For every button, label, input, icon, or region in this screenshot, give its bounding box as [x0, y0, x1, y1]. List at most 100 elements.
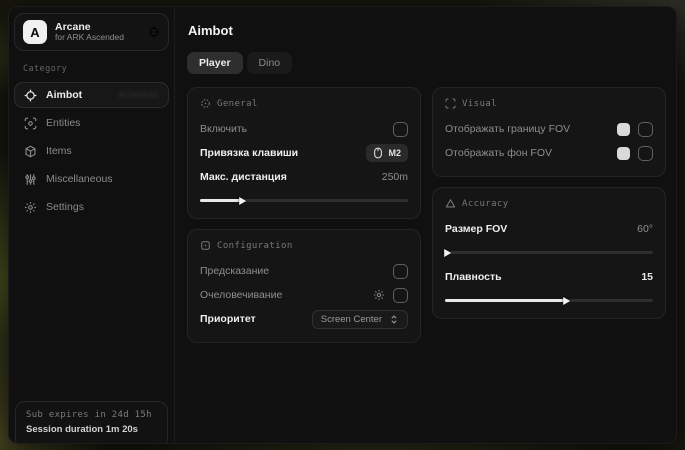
enable-row: Включить [200, 118, 408, 140]
slider-track [445, 299, 653, 302]
mouse-icon [373, 147, 383, 159]
max-distance-row: Макс. дистанция 250m [200, 166, 408, 188]
left-column: General Включить Привязка клавиши [187, 87, 421, 343]
gear-icon[interactable] [373, 289, 385, 301]
sidebar-item-items[interactable]: Items [14, 138, 169, 164]
tab-dino[interactable]: Dino [247, 52, 293, 74]
sidebar-item-entities[interactable]: Entities [14, 110, 169, 136]
smoothness-slider[interactable] [445, 295, 653, 306]
max-distance-label: Макс. дистанция [200, 171, 287, 183]
humanize-label: Очеловечивание [200, 289, 282, 301]
motion-blur-artifact: Aimbot [119, 90, 159, 101]
gear-icon [24, 201, 37, 214]
visual-card-header: Visual [445, 98, 653, 109]
sub-expires-text: Sub expires in 24d 15h [26, 410, 157, 420]
fov-size-value: 60° [637, 223, 653, 235]
tab-player[interactable]: Player [187, 52, 243, 74]
sidebar-item-settings[interactable]: Settings [14, 194, 169, 220]
main-content: Aimbot Player Dino [175, 7, 676, 443]
cheat-menu-window: A Arcane for ARK Ascended Category [8, 6, 677, 444]
sidebar-item-label: Items [46, 145, 72, 157]
prediction-row: Предсказание [200, 260, 408, 282]
scan-icon [24, 117, 37, 130]
target-icon[interactable] [148, 26, 160, 38]
brand-logo: A [23, 20, 47, 44]
slider-thumb[interactable] [239, 197, 246, 205]
chevron-up-down-icon [389, 314, 399, 325]
humanize-controls [373, 288, 408, 303]
brand-card: A Arcane for ARK Ascended [14, 13, 169, 51]
module-icon [200, 240, 211, 251]
sidebar-item-label: Settings [46, 201, 84, 213]
fov-bg-checkbox[interactable] [638, 146, 653, 161]
fov-border-controls [617, 122, 653, 137]
box-icon [24, 145, 37, 158]
brand-text: Arcane for ARK Ascended [55, 21, 124, 43]
smoothness-label: Плавность [445, 271, 502, 283]
fov-size-slider[interactable] [445, 247, 653, 258]
fov-border-checkbox[interactable] [638, 122, 653, 137]
accuracy-card: Accuracy Размер FOV 60° [432, 187, 666, 319]
configuration-card: Configuration Предсказание Очеловечивани… [187, 229, 421, 343]
fov-border-color-swatch[interactable] [617, 123, 630, 136]
slider-thumb[interactable] [444, 249, 451, 257]
card-title: Accuracy [462, 199, 509, 209]
slider-thumb[interactable] [563, 297, 570, 305]
sidebar: A Arcane for ARK Ascended Category [9, 7, 175, 443]
keybind-button[interactable]: M2 [366, 144, 408, 162]
card-title: Visual [462, 99, 497, 109]
page-title: Aimbot [188, 23, 666, 38]
general-card-header: General [200, 98, 408, 109]
fov-border-label: Отображать границу FOV [445, 123, 570, 135]
fov-bg-controls [617, 146, 653, 161]
triangle-icon [445, 198, 456, 209]
fov-bg-label: Отображать фон FOV [445, 147, 552, 159]
sidebar-item-label: Entities [46, 117, 80, 129]
priority-value: Screen Center [321, 314, 382, 325]
subscription-status-card: Sub expires in 24d 15h Session duration … [15, 401, 168, 444]
max-distance-value: 250m [382, 171, 408, 183]
humanize-row: Очеловечивание [200, 284, 408, 306]
cards-grid: General Включить Привязка клавиши [187, 87, 666, 343]
sidebar-item-label: Miscellaneous [46, 173, 113, 185]
sidebar-nav: Aimbot Aimbot Entities [14, 82, 169, 220]
dotted-circle-icon [200, 98, 211, 109]
enable-label: Включить [200, 123, 247, 135]
priority-label: Приоритет [200, 313, 256, 325]
prediction-label: Предсказание [200, 265, 269, 277]
max-distance-slider[interactable] [200, 195, 408, 206]
slider-track [200, 199, 408, 202]
sliders-icon [24, 173, 37, 186]
smoothness-value: 15 [641, 271, 653, 283]
fov-bg-row: Отображать фон FOV [445, 142, 653, 164]
session-duration-text: Session duration 1m 20s [26, 424, 157, 435]
sidebar-item-aimbot[interactable]: Aimbot Aimbot [14, 82, 169, 108]
game-background: A Arcane for ARK Ascended Category [0, 0, 685, 450]
sidebar-item-label: Aimbot [46, 89, 82, 101]
frame-icon [445, 98, 456, 109]
slider-fill [200, 199, 242, 202]
fov-bg-color-swatch[interactable] [617, 147, 630, 160]
right-column: Visual Отображать границу FOV Отображать… [432, 87, 666, 319]
slider-track [445, 251, 653, 254]
visual-card: Visual Отображать границу FOV Отображать… [432, 87, 666, 177]
crosshair-icon [24, 89, 37, 102]
card-title: Configuration [217, 241, 293, 251]
general-card: General Включить Привязка клавиши [187, 87, 421, 219]
priority-dropdown[interactable]: Screen Center [312, 310, 408, 329]
accuracy-card-header: Accuracy [445, 198, 653, 209]
sidebar-item-miscellaneous[interactable]: Miscellaneous [14, 166, 169, 192]
fov-size-row: Размер FOV 60° [445, 218, 653, 240]
humanize-checkbox[interactable] [393, 288, 408, 303]
enable-checkbox[interactable] [393, 122, 408, 137]
prediction-checkbox[interactable] [393, 264, 408, 279]
configuration-card-header: Configuration [200, 240, 408, 251]
fov-border-row: Отображать границу FOV [445, 118, 653, 140]
fov-size-label: Размер FOV [445, 223, 507, 235]
card-title: General [217, 99, 258, 109]
category-label: Category [23, 64, 169, 74]
smoothness-row: Плавность 15 [445, 266, 653, 288]
brand-subtitle: for ARK Ascended [55, 33, 124, 43]
keybind-label: Привязка клавиши [200, 147, 298, 159]
priority-row: Приоритет Screen Center [200, 308, 408, 330]
